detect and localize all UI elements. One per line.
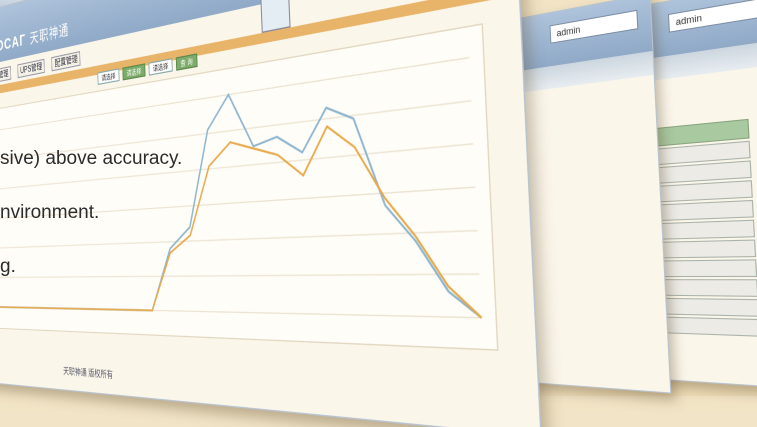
series-line-0 [0, 58, 482, 318]
app-logo: OCAГ 天职神通 [0, 18, 69, 58]
caption-line-1: sive) above accuracy. [0, 148, 182, 170]
nav-item[interactable]: UPS管理 [17, 59, 45, 79]
nav-item[interactable]: 机房管理 [0, 66, 11, 85]
nav-item[interactable]: 配置管理 [52, 51, 81, 71]
filter-select[interactable]: 请选择 [97, 68, 119, 85]
username-field[interactable]: admin [668, 0, 757, 33]
chart-lines [0, 58, 482, 318]
caption-line-3: g. [0, 256, 16, 278]
username-field[interactable]: admin [550, 10, 639, 44]
perspective-stage: admin admin OCAГ天职神通 a [0, 0, 757, 396]
logo-cn-text: 天职神通 [30, 21, 70, 47]
footer-text: 天职神通 版权所有 [63, 365, 113, 382]
grid-line [0, 58, 469, 133]
grid-line [0, 274, 479, 278]
logo-text: OCAГ [0, 31, 26, 56]
filter-select[interactable]: 请选择 [122, 63, 145, 80]
caption-line-2: nvironment. [0, 202, 99, 224]
chart-grid [0, 58, 482, 318]
grid-line [0, 231, 477, 249]
query-button[interactable]: 查 询 [176, 53, 198, 70]
